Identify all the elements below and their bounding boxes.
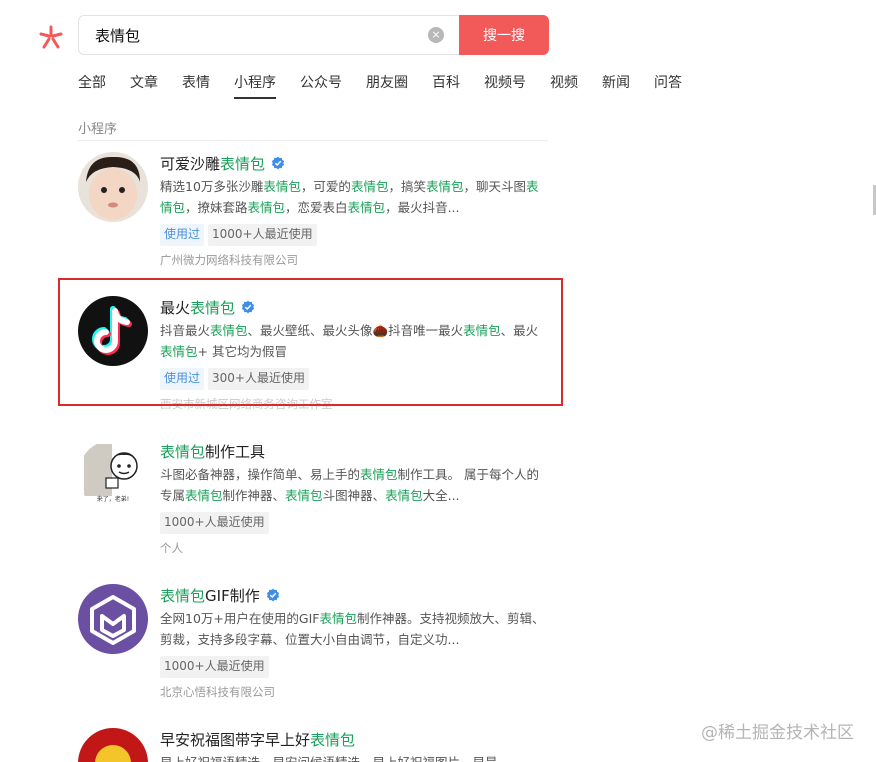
usage-count-badge: 1000+人最近使用 (208, 224, 317, 246)
result-info: 表情包 GIF制作全网10万+用户在使用的GIF表情包制作神器。支持视频放大、剪辑… (160, 584, 548, 700)
result-title[interactable]: 表情包 GIF制作 (160, 584, 548, 606)
result-info: 早安祝福图带字早上好表情包早上好祝福语精选、早安问候语精选、早上好祝福图片、早是… (160, 728, 548, 762)
tab-8[interactable]: 视频 (550, 72, 578, 98)
usage-count-badge: 1000+人最近使用 (160, 656, 269, 678)
result-tags: 1000+人最近使用 (160, 656, 548, 678)
title-pre: 早安祝福图带字早上好 (160, 730, 311, 749)
clear-search-icon[interactable]: × (428, 27, 444, 43)
title-hl: 表情包 (160, 586, 206, 605)
title-pre: 可爱沙雕 (160, 154, 221, 173)
result-company: 广州微力网络科技有限公司 (160, 253, 298, 267)
result-description: 早上好祝福语精选、早安问候语精选、早上好祝福图片、早是... (160, 752, 548, 762)
title-hl: 表情包 (310, 730, 356, 749)
used-badge: 使用过 (160, 224, 205, 246)
tab-3[interactable]: 小程序 (234, 72, 276, 99)
result-description: 精选10万多张沙雕表情包，可爱的表情包，搞笑表情包，聊天斗图表情包，撩妹套路表情… (160, 179, 539, 215)
title-post: GIF制作 (205, 586, 260, 605)
watermark: @稀土掘金技术社区 (701, 723, 854, 743)
section-divider (78, 140, 548, 141)
tab-6[interactable]: 百科 (432, 72, 460, 98)
verified-badge-icon (260, 588, 280, 602)
search-input[interactable] (79, 16, 459, 54)
tab-4[interactable]: 公众号 (300, 72, 342, 98)
title-hl: 表情包 (160, 442, 206, 461)
result-avatar[interactable]: 来了，老弟! (78, 440, 148, 510)
wechat-search-logo-icon (39, 25, 63, 49)
tab-7[interactable]: 视频号 (484, 72, 526, 98)
result-title[interactable]: 表情包 制作工具 (160, 440, 548, 462)
result-company: 北京心悟科技有限公司 (160, 685, 275, 699)
result-title[interactable]: 早安祝福图带字早上好 表情包 (160, 728, 548, 750)
tab-5[interactable]: 朋友圈 (366, 72, 408, 98)
title-post: 制作工具 (205, 442, 266, 461)
verified-badge-icon (265, 156, 285, 170)
avatar-caption: 来了，老弟! (96, 496, 130, 503)
search-button[interactable]: 搜一搜 (459, 15, 549, 55)
annotation-highlight-box (58, 278, 563, 406)
tab-9[interactable]: 新闻 (602, 72, 630, 98)
section-title: 小程序 (78, 122, 118, 137)
search-box: × 搜一搜 (78, 15, 549, 55)
result-info: 表情包 制作工具斗图必备神器，操作简单、易上手的表情包制作工具。 属于每个人的专属… (160, 440, 548, 556)
result-title[interactable]: 可爱沙雕 表情包 (160, 152, 548, 174)
result-tags: 1000+人最近使用 (160, 512, 548, 534)
result-company: 个人 (160, 541, 183, 555)
result-description: 全网10万+用户在使用的GIF表情包制作神器。支持视频放大、剪辑、剪裁，支持多段… (160, 611, 545, 647)
result-info: 可爱沙雕 表情包精选10万多张沙雕表情包，可爱的表情包，搞笑表情包，聊天斗图表情包… (160, 152, 548, 268)
result-description: 斗图必备神器，操作简单、易上手的表情包制作工具。 属于每个人的专属表情包制作神器… (160, 467, 540, 503)
tab-0[interactable]: 全部 (78, 72, 106, 98)
tab-10[interactable]: 问答 (654, 72, 682, 98)
usage-count-badge: 1000+人最近使用 (160, 512, 269, 534)
result-tags: 使用过 1000+人最近使用 (160, 224, 548, 246)
title-hl: 表情包 (220, 154, 266, 173)
category-tabs: 全部 文章 表情 小程序 公众号 朋友圈 百科 视频号 视频 新闻 问答 (78, 72, 706, 99)
tab-1[interactable]: 文章 (130, 72, 158, 98)
result-avatar[interactable] (78, 584, 148, 654)
result-avatar[interactable] (78, 152, 148, 222)
tab-2[interactable]: 表情 (182, 72, 210, 98)
result-avatar[interactable] (78, 728, 148, 762)
